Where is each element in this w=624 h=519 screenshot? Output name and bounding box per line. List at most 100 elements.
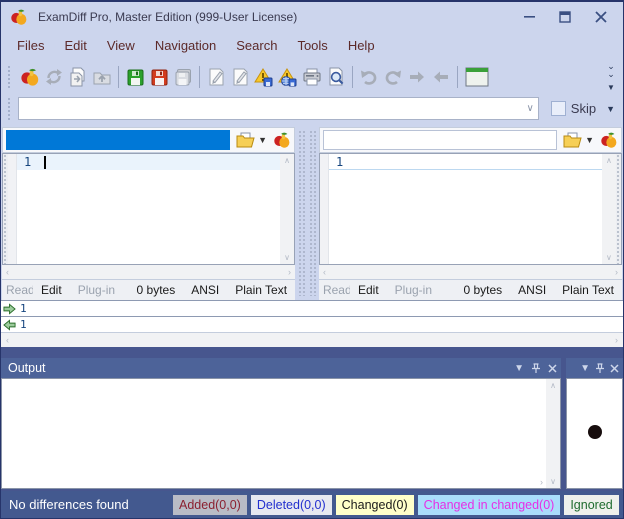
output-panel-header[interactable]: Output ▼ bbox=[1, 358, 561, 378]
scroll-left-icon[interactable]: ‹ bbox=[6, 335, 9, 345]
scroll-right-icon[interactable]: › bbox=[540, 477, 543, 487]
encoding-indicator[interactable]: ANSI bbox=[183, 283, 227, 297]
panel-menu-arrow-icon[interactable]: ▼ bbox=[580, 363, 590, 374]
show-panes-button[interactable] bbox=[462, 64, 492, 90]
next-diff-button[interactable] bbox=[405, 64, 429, 90]
scroll-up-icon[interactable]: ∧ bbox=[550, 381, 556, 390]
status-badge-ignored[interactable]: Ignored bbox=[564, 495, 618, 515]
scroll-left-icon[interactable]: ‹ bbox=[323, 267, 326, 277]
scroll-up-icon[interactable]: ∧ bbox=[284, 156, 290, 165]
scroll-down-icon[interactable]: ∨ bbox=[606, 253, 612, 262]
menu-navigation[interactable]: Navigation bbox=[145, 34, 226, 57]
scroll-down-icon[interactable]: ∨ bbox=[550, 477, 556, 486]
menu-view[interactable]: View bbox=[97, 34, 145, 57]
map-panel-header[interactable]: ▼ bbox=[566, 358, 623, 378]
map-panel-buttons: ▼ bbox=[580, 363, 619, 374]
right-filename-combo[interactable] bbox=[323, 130, 557, 150]
print-preview-button[interactable] bbox=[324, 64, 348, 90]
panel-menu-arrow-icon[interactable]: ▼ bbox=[514, 363, 524, 374]
left-open-file-button[interactable]: ▼ bbox=[234, 131, 269, 149]
recompare-button[interactable] bbox=[42, 64, 66, 90]
status-badge-changed-in-changed[interactable]: Changed in changed(0) bbox=[418, 495, 561, 515]
scroll-right-icon[interactable]: › bbox=[615, 267, 618, 277]
scroll-up-icon[interactable]: ∧ bbox=[606, 156, 612, 165]
pane-splitter[interactable] bbox=[296, 126, 318, 300]
status-badge-added[interactable]: Added(0,0) bbox=[173, 495, 247, 515]
menu-tools[interactable]: Tools bbox=[287, 34, 337, 57]
output-horizontal-scrollbar[interactable]: › bbox=[2, 475, 546, 488]
map-panel-body[interactable] bbox=[566, 378, 623, 489]
save-diff-html-button[interactable] bbox=[276, 64, 300, 90]
readonly-indicator[interactable]: Read-only bbox=[6, 283, 33, 297]
left-filename-combo[interactable] bbox=[6, 130, 230, 150]
save-both-button[interactable] bbox=[171, 64, 195, 90]
swap-panes-button[interactable] bbox=[66, 64, 90, 90]
menu-edit[interactable]: Edit bbox=[54, 34, 96, 57]
diff-line-row-second[interactable]: 1 bbox=[1, 316, 623, 332]
edit-indicator[interactable]: Edit bbox=[33, 283, 70, 297]
toolbar-grip[interactable] bbox=[7, 65, 12, 89]
right-editor-line-1[interactable]: 1 bbox=[329, 154, 602, 170]
diff-line-row-first[interactable]: 1 bbox=[1, 300, 623, 316]
window-panes-icon bbox=[465, 67, 489, 87]
right-horizontal-scrollbar[interactable]: ‹ › bbox=[319, 265, 622, 279]
right-open-file-button[interactable]: ▼ bbox=[561, 131, 596, 149]
format-indicator[interactable]: Plain Text bbox=[227, 283, 291, 297]
readonly-indicator[interactable]: Read-only bbox=[323, 283, 350, 297]
plugin-indicator[interactable]: Plug-in bbox=[387, 283, 440, 297]
save-first-button[interactable] bbox=[123, 64, 147, 90]
menu-files[interactable]: Files bbox=[7, 34, 54, 57]
diff-horizontal-scrollbar[interactable]: ‹ › bbox=[1, 332, 623, 347]
right-vertical-scrollbar[interactable]: ∧ ∨ bbox=[602, 154, 616, 264]
output-content[interactable]: › bbox=[2, 379, 546, 488]
scroll-left-icon[interactable]: ‹ bbox=[6, 267, 9, 277]
scroll-down-icon[interactable]: ∨ bbox=[284, 253, 290, 262]
save-second-button[interactable] bbox=[147, 64, 171, 90]
plugin-indicator[interactable]: Plug-in bbox=[70, 283, 123, 297]
toolbar-overflow-chevrons[interactable]: ⌄ ⌄ ▼ bbox=[603, 62, 619, 92]
dropdown-arrow-icon[interactable]: ▼ bbox=[585, 135, 594, 145]
toolbar-separator bbox=[118, 66, 119, 88]
edit-indicator[interactable]: Edit bbox=[350, 283, 387, 297]
status-badge-changed[interactable]: Changed(0) bbox=[336, 495, 414, 515]
compare-options-logo-button[interactable] bbox=[18, 64, 42, 90]
output-vertical-scrollbar[interactable]: ∧ ∨ bbox=[546, 379, 560, 488]
prev-diff-button[interactable] bbox=[429, 64, 453, 90]
menu-help[interactable]: Help bbox=[338, 34, 385, 57]
save-diff-button[interactable] bbox=[252, 64, 276, 90]
maximize-button[interactable] bbox=[547, 4, 583, 30]
pin-icon[interactable] bbox=[595, 363, 605, 374]
minimize-button[interactable] bbox=[511, 4, 547, 30]
menu-search[interactable]: Search bbox=[226, 34, 287, 57]
left-horizontal-scrollbar[interactable]: ‹ › bbox=[2, 265, 295, 279]
redo-button[interactable] bbox=[381, 64, 405, 90]
dropdown-arrow-icon[interactable]: ▼ bbox=[258, 135, 267, 145]
warning-globe-save-icon bbox=[278, 67, 298, 87]
examdiff-logo-icon[interactable] bbox=[600, 131, 618, 149]
close-button[interactable] bbox=[583, 4, 619, 30]
pin-icon[interactable] bbox=[531, 363, 541, 374]
format-indicator[interactable]: Plain Text bbox=[554, 283, 618, 297]
edit-second-button[interactable] bbox=[228, 64, 252, 90]
right-editor[interactable]: 1 bbox=[329, 154, 602, 264]
left-vertical-scrollbar[interactable]: ∧ ∨ bbox=[280, 154, 294, 264]
scroll-right-icon[interactable]: › bbox=[615, 335, 618, 345]
dropdown-arrow-icon[interactable]: ▼ bbox=[606, 104, 615, 114]
left-editor[interactable]: 1 bbox=[17, 154, 280, 264]
skip-checkbox[interactable] bbox=[551, 101, 566, 116]
dock-splitter[interactable] bbox=[1, 347, 623, 358]
examdiff-logo-icon[interactable] bbox=[273, 131, 291, 149]
open-folder-up-button[interactable] bbox=[90, 64, 114, 90]
status-badge-deleted[interactable]: Deleted(0,0) bbox=[251, 495, 332, 515]
undo-button[interactable] bbox=[357, 64, 381, 90]
scroll-right-icon[interactable]: › bbox=[288, 267, 291, 277]
edit-first-button[interactable] bbox=[204, 64, 228, 90]
encoding-indicator[interactable]: ANSI bbox=[510, 283, 554, 297]
print-button[interactable] bbox=[300, 64, 324, 90]
filter-combo[interactable]: ∨ bbox=[18, 97, 539, 120]
close-icon[interactable] bbox=[548, 364, 557, 373]
close-icon[interactable] bbox=[610, 364, 619, 373]
left-editor-line-1[interactable]: 1 bbox=[17, 154, 280, 170]
right-editor-wrap: 1 ∧ ∨ bbox=[319, 153, 622, 265]
toolbar-grip[interactable] bbox=[7, 97, 12, 121]
